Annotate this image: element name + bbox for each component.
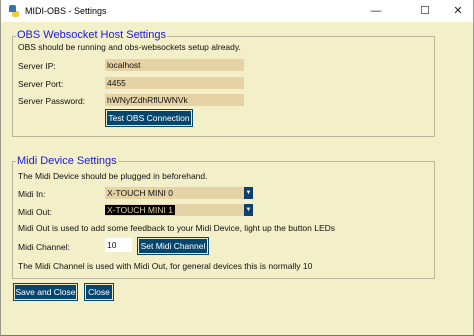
- chevron-down-icon[interactable]: ▼: [244, 187, 253, 199]
- midi-channel-note: The Midi Channel is used with Midi Out, …: [18, 261, 313, 271]
- midi-out-note: Midi Out is used to add some feedback to…: [18, 223, 336, 233]
- server-password-input[interactable]: hWNyfZdhRflUWNVk: [105, 94, 244, 106]
- close-button[interactable]: Close: [84, 283, 114, 301]
- midi-out-value: X-TOUCH MINI 1: [105, 205, 175, 215]
- midi-in-select[interactable]: X-TOUCH MINI 0 ▼: [105, 187, 253, 199]
- maximize-button[interactable]: ☐: [408, 0, 442, 22]
- server-port-label: Server Port:: [18, 79, 64, 89]
- set-midi-channel-button[interactable]: Set Midi Channel: [137, 237, 209, 255]
- server-password-label: Server Password:: [18, 96, 86, 106]
- python-app-icon: [9, 5, 19, 17]
- midi-note: The Midi Device should be plugged in bef…: [18, 171, 208, 181]
- window-title: MIDI-OBS - Settings: [25, 6, 107, 16]
- server-ip-label: Server IP:: [18, 61, 56, 71]
- midi-settings-heading: Midi Device Settings: [16, 155, 118, 167]
- midi-out-select[interactable]: X-TOUCH MINI 1 ▼: [105, 204, 253, 216]
- server-ip-input[interactable]: localhost: [105, 59, 244, 71]
- close-window-button[interactable]: ✕: [441, 0, 474, 22]
- test-obs-connection-button[interactable]: Test OBS Connection: [105, 109, 193, 127]
- save-and-close-button[interactable]: Save and Close: [13, 283, 78, 301]
- title-bar[interactable]: MIDI-OBS - Settings — ☐ ✕: [1, 0, 473, 22]
- midi-channel-label: Midi Channel:: [18, 242, 70, 252]
- obs-note: OBS should be running and obs-websockets…: [18, 42, 241, 52]
- obs-settings-heading: OBS Websocket Host Settings: [16, 29, 167, 41]
- minimize-button[interactable]: —: [359, 0, 393, 22]
- midi-channel-input[interactable]: 10: [105, 238, 132, 252]
- settings-window: MIDI-OBS - Settings — ☐ ✕ OBS Websocket …: [0, 0, 474, 336]
- midi-in-value: X-TOUCH MINI 0: [107, 188, 173, 198]
- midi-out-label: Midi Out:: [18, 207, 53, 217]
- midi-in-label: Midi In:: [18, 189, 46, 199]
- server-port-input[interactable]: 4455: [105, 77, 244, 89]
- chevron-down-icon[interactable]: ▼: [244, 204, 253, 216]
